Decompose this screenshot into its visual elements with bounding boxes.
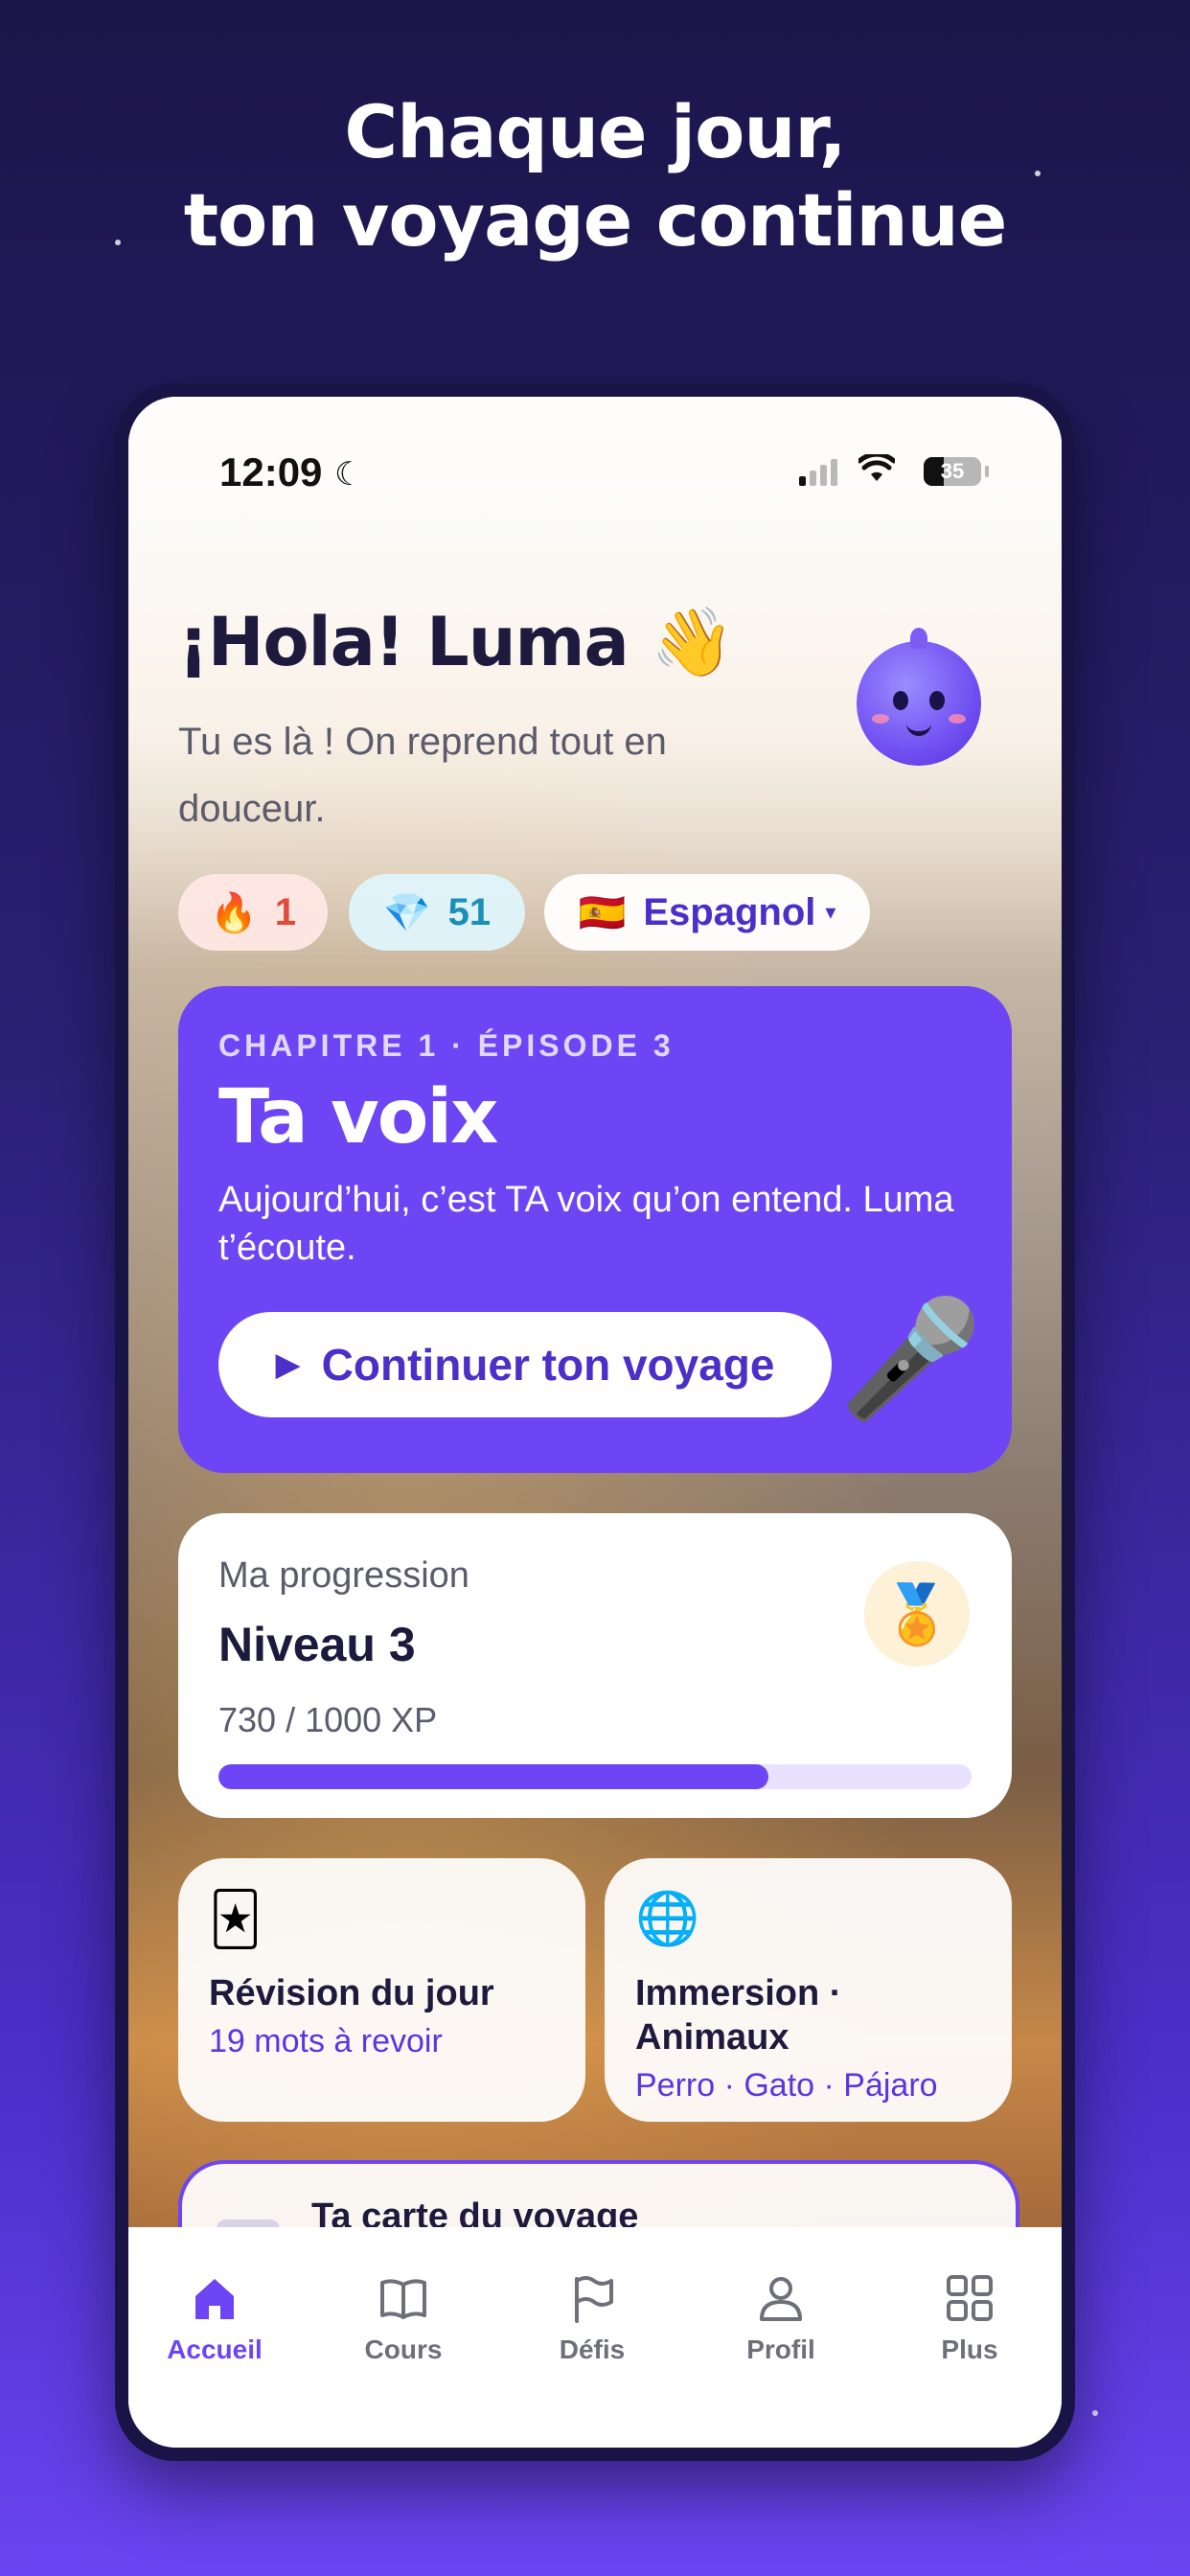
status-time: 12:09 bbox=[219, 449, 323, 494]
xp-progress-bar bbox=[218, 1764, 768, 1789]
gems-pill[interactable]: 💎 51 bbox=[349, 874, 525, 951]
moon-icon: ☾ bbox=[334, 456, 364, 493]
xp-text: 730 / 1000 XP bbox=[218, 1700, 438, 1739]
mascot-cheek bbox=[949, 714, 966, 724]
flame-icon: 🔥 bbox=[209, 891, 258, 934]
microphone-icon: 🎤 bbox=[839, 1295, 983, 1423]
flag-icon bbox=[515, 2269, 669, 2327]
chapter-description: Aujourd’hui, c’est TA voix qu’on entend.… bbox=[218, 1180, 954, 1268]
marketing-headline: Chaque jour, ton voyage continue bbox=[0, 88, 1190, 264]
streak-pill[interactable]: 🔥 1 bbox=[178, 874, 328, 951]
tab-home[interactable]: Accueil bbox=[138, 2269, 291, 2365]
decorative-star bbox=[115, 240, 121, 245]
immersion-title: Immersion · Animaux bbox=[635, 1973, 842, 2058]
home-icon bbox=[138, 2269, 291, 2327]
decorative-star bbox=[1092, 2410, 1098, 2416]
immersion-subtitle: Perro · Gato · Pájaro bbox=[635, 2067, 938, 2104]
progress-label: Ma progression bbox=[218, 1555, 469, 1596]
tab-more[interactable]: Plus bbox=[893, 2269, 1046, 2365]
language-selector[interactable]: 🇪🇸 Espagnol ▾ bbox=[544, 874, 870, 951]
xp-progress-track bbox=[218, 1764, 972, 1789]
tab-home-label: Accueil bbox=[167, 2334, 263, 2364]
gems-count: 51 bbox=[447, 890, 492, 933]
immersion-tile[interactable]: 🌐 Immersion · Animaux Perro · Gato · Páj… bbox=[605, 1858, 1012, 2122]
app-screen: 12:09 ☾ 35 ¡Hola! Luma 👋 Tu es là ! On r… bbox=[128, 397, 1062, 2448]
playing-card-icon: 🃏 bbox=[209, 1891, 263, 1948]
status-bar: 12:09 ☾ 35 bbox=[128, 449, 1062, 497]
mascot-cheek bbox=[872, 714, 889, 724]
grid-icon bbox=[893, 2269, 1046, 2327]
chapter-kicker: CHAPITRE 1 · ÉPISODE 3 bbox=[218, 1028, 675, 1063]
tab-bar: Accueil Cours Défis Profil Plus bbox=[128, 2227, 1062, 2448]
mascot-eye bbox=[893, 691, 908, 710]
greeting-subtitle: Tu es là ! On reprend tout en douceur. bbox=[178, 721, 667, 830]
headline-line-1: Chaque jour, bbox=[344, 89, 846, 174]
wifi-icon bbox=[857, 451, 897, 492]
daily-review-subtitle: 19 mots à revoir bbox=[209, 2023, 443, 2059]
progress-card[interactable]: Ma progression Niveau 3 730 / 1000 XP 🏅 bbox=[178, 1513, 1012, 1818]
luma-mascot[interactable] bbox=[857, 628, 981, 766]
spain-flag-icon: 🇪🇸 bbox=[578, 891, 627, 934]
globe-icon: 🌐 bbox=[635, 1890, 700, 1947]
continue-journey-button[interactable]: ▶ Continuer ton voyage bbox=[218, 1312, 832, 1417]
mascot-tuft bbox=[910, 628, 927, 649]
cellular-signal-icon bbox=[799, 459, 841, 486]
decorative-star bbox=[1035, 171, 1041, 176]
tab-profile[interactable]: Profil bbox=[704, 2269, 858, 2365]
medal-icon: 🏅 bbox=[864, 1561, 970, 1667]
battery-level: 35 bbox=[940, 459, 965, 483]
continue-journey-label: Continuer ton voyage bbox=[321, 1340, 775, 1390]
tab-courses-label: Cours bbox=[364, 2334, 443, 2364]
tab-profile-label: Profil bbox=[746, 2334, 815, 2364]
phone-frame: 12:09 ☾ 35 ¡Hola! Luma 👋 Tu es là ! On r… bbox=[115, 383, 1075, 2461]
book-icon bbox=[327, 2269, 480, 2327]
tab-courses[interactable]: Cours bbox=[327, 2269, 480, 2365]
tab-more-label: Plus bbox=[941, 2334, 998, 2364]
language-label: Espagnol bbox=[643, 890, 816, 933]
mascot-eye bbox=[929, 691, 945, 710]
daily-review-title: Révision du jour bbox=[209, 1973, 494, 2013]
battery-icon: 35 bbox=[924, 457, 981, 486]
chevron-down-icon: ▾ bbox=[825, 900, 836, 924]
tab-challenges[interactable]: Défis bbox=[515, 2269, 669, 2365]
gem-icon: 💎 bbox=[382, 891, 431, 934]
play-icon: ▶ bbox=[275, 1346, 301, 1383]
level-label: Niveau 3 bbox=[218, 1618, 416, 1671]
streak-count: 1 bbox=[274, 890, 297, 933]
chapter-title: Ta voix bbox=[218, 1074, 498, 1161]
greeting-title: ¡Hola! Luma 👋 bbox=[178, 603, 734, 681]
chapter-card[interactable]: CHAPITRE 1 · ÉPISODE 3 Ta voix Aujourd’h… bbox=[178, 986, 1012, 1473]
mascot-mouth bbox=[906, 720, 931, 736]
battery-nub bbox=[985, 466, 989, 477]
headline-line-2: ton voyage continue bbox=[183, 177, 1008, 263]
daily-review-tile[interactable]: 🃏 Révision du jour 19 mots à revoir bbox=[178, 1858, 585, 2122]
person-icon bbox=[704, 2269, 858, 2327]
tab-challenges-label: Défis bbox=[559, 2334, 626, 2364]
